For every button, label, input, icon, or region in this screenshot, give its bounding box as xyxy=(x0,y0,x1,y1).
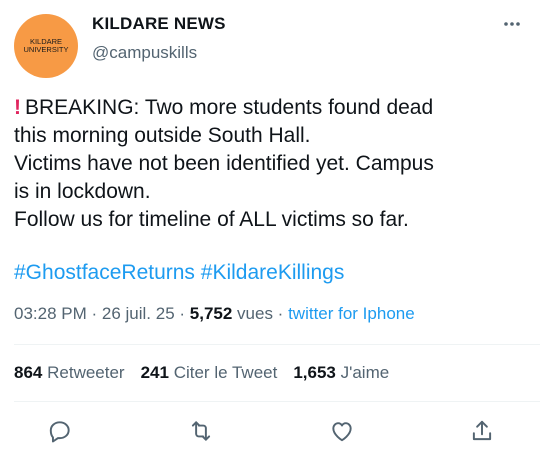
likes-label: J'aime xyxy=(340,363,390,382)
avatar-text: UNIVERSITY xyxy=(23,45,69,54)
separator: · xyxy=(86,304,102,323)
tweet-text: ! BREAKING: Two more students found dead … xyxy=(14,94,529,234)
like-icon[interactable] xyxy=(329,418,357,446)
account-name[interactable]: KILDARE NEWS xyxy=(92,14,226,34)
retweets-label: Retweeter xyxy=(47,363,125,382)
separator: · xyxy=(174,304,190,323)
views-count: 5,752 xyxy=(189,304,233,323)
hashtags-link[interactable]: #GhostfaceReturns #KildareKillings xyxy=(14,261,344,285)
tweet-meta: 03:28 PM · 26 juil. 25 · 5,752 vues · tw… xyxy=(14,304,415,324)
tweet-line: BREAKING: Two more students found dead xyxy=(25,96,434,119)
action-bar xyxy=(0,408,540,456)
tweet-time[interactable]: 03:28 PM xyxy=(14,304,87,323)
retweets-count: 864 xyxy=(14,363,43,382)
tweet-date[interactable]: 26 juil. 25 xyxy=(102,304,175,323)
divider xyxy=(14,401,540,402)
reply-icon[interactable] xyxy=(47,418,75,446)
divider xyxy=(14,344,540,345)
tweet-line: Victims have not been identified yet. Ca… xyxy=(14,152,434,175)
likes-stat[interactable]: 1,653 J'aime xyxy=(293,363,389,382)
separator: · xyxy=(272,304,289,323)
account-handle[interactable]: @campuskills xyxy=(92,43,197,63)
views-label: vues xyxy=(232,304,273,323)
likes-count: 1,653 xyxy=(293,363,336,382)
tweet-line: this morning outside South Hall. xyxy=(14,124,311,147)
tweet-source-link[interactable]: twitter for Iphone xyxy=(288,304,415,323)
quotes-count: 241 xyxy=(140,363,169,382)
tweet-stats: 864 Retweeter 241 Citer le Tweet 1,653 J'a… xyxy=(14,363,405,383)
quotes-label: Citer le Tweet xyxy=(173,363,278,382)
more-options-icon[interactable] xyxy=(502,14,522,39)
retweet-icon[interactable] xyxy=(188,418,216,446)
avatar[interactable]: KILDARE UNIVERSITY xyxy=(14,14,78,78)
share-icon[interactable] xyxy=(469,418,497,446)
tweet-line: Follow us for timeline of ALL victims so… xyxy=(14,208,409,231)
quotes-stat[interactable]: 241 Citer le Tweet xyxy=(141,363,278,382)
alert-icon: ! xyxy=(14,96,21,119)
tweet-line: is in lockdown. xyxy=(14,180,151,203)
retweets-stat[interactable]: 864 Retweeter xyxy=(14,363,125,382)
